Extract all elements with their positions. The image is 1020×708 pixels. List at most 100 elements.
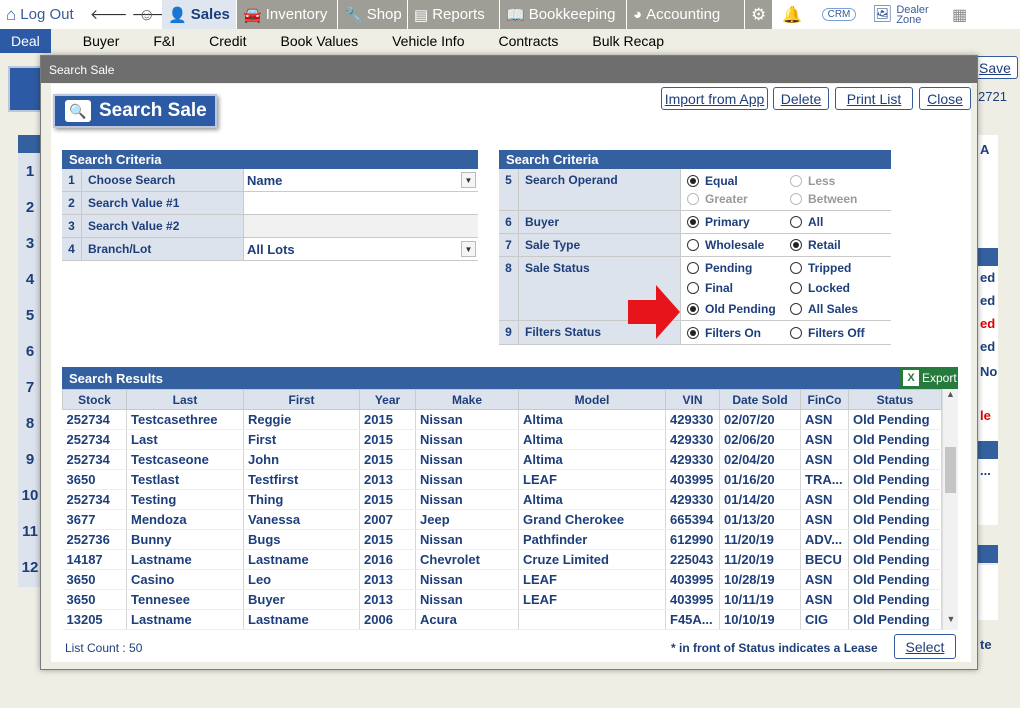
column-header[interactable]: Year bbox=[359, 389, 416, 410]
search-value-1-input[interactable] bbox=[244, 192, 478, 214]
dropdown-arrow-icon[interactable]: ▼ bbox=[461, 172, 476, 188]
dropdown-arrow-icon[interactable]: ▼ bbox=[461, 241, 476, 257]
table-cell: TRA... bbox=[800, 469, 849, 490]
background-number: 2721 bbox=[978, 89, 1007, 104]
import-from-app-button[interactable]: Import from App bbox=[661, 87, 768, 110]
table-cell: Pathfinder bbox=[518, 529, 666, 550]
scroll-down-arrow-icon[interactable]: ▼ bbox=[943, 614, 958, 630]
background-save-button[interactable]: Save bbox=[972, 56, 1018, 79]
table-row[interactable]: 14187 Lastname Lastname 2016 Chevrolet Cruze … bbox=[62, 549, 942, 570]
close-button[interactable]: Close bbox=[919, 87, 971, 110]
radio-locked[interactable]: Locked bbox=[790, 281, 880, 295]
background-row-number: 6 bbox=[25, 342, 35, 360]
radio-less[interactable]: Less bbox=[790, 173, 880, 188]
table-cell: Nissan bbox=[415, 449, 519, 470]
radio-final[interactable]: Final bbox=[687, 281, 790, 295]
search-value-2-input[interactable] bbox=[244, 215, 478, 237]
table-cell: Nissan bbox=[415, 409, 519, 430]
column-header[interactable]: Date Sold bbox=[719, 389, 801, 410]
table-row[interactable]: 252736 Bunny Bugs 2015 Nissan Pathfinder 61299… bbox=[62, 529, 942, 550]
table-row[interactable]: 13205 Lastname Lastname 2006 Acura F45A... 10/… bbox=[62, 609, 942, 630]
vertical-scrollbar[interactable]: ▲ ▼ bbox=[942, 389, 958, 630]
radio-all[interactable]: All bbox=[790, 215, 880, 229]
calculator-icon[interactable]: ▦ bbox=[946, 0, 976, 29]
row-label: Branch/Lot bbox=[82, 238, 244, 260]
tab-accounting[interactable]: ◕ Accounting bbox=[626, 0, 744, 29]
table-row[interactable]: 3677 Mendoza Vanessa 2007 Jeep Grand Cherokee… bbox=[62, 509, 942, 530]
background-row-number: 11 bbox=[22, 522, 38, 540]
choose-search-select[interactable]: Name ▼ bbox=[244, 169, 478, 191]
dealer-zone-icon: 🖼 bbox=[872, 5, 893, 23]
column-header[interactable]: Status bbox=[848, 389, 942, 410]
subnav-contracts[interactable]: Contracts bbox=[481, 33, 575, 49]
table-cell: Lastname bbox=[126, 609, 244, 630]
logout-link[interactable]: ⌂ Log Out bbox=[0, 0, 84, 29]
subnav-vehicle-info[interactable]: Vehicle Info bbox=[375, 33, 481, 49]
column-header[interactable]: Last bbox=[126, 389, 244, 410]
export-button[interactable]: X Export bbox=[900, 367, 958, 389]
table-row[interactable]: 252734 Testing Thing 2015 Nissan Altima 429330… bbox=[62, 489, 942, 510]
radio-filters-on[interactable]: Filters On bbox=[687, 326, 790, 340]
column-header[interactable]: Make bbox=[415, 389, 519, 410]
nav-arrows[interactable]: 🡐🡒▼ bbox=[84, 0, 183, 29]
select-button[interactable]: Select bbox=[894, 634, 956, 659]
radio-all-sales[interactable]: All Sales bbox=[790, 302, 880, 316]
dealer-zone-link[interactable]: 🖼 Dealer Zone bbox=[866, 0, 946, 29]
subnav-fi[interactable]: F&I bbox=[136, 33, 192, 49]
column-header[interactable]: FinCo bbox=[800, 389, 849, 410]
radio-equal[interactable]: Equal bbox=[687, 173, 790, 188]
radio-old-pending[interactable]: Old Pending bbox=[687, 302, 790, 316]
branch-lot-select[interactable]: All Lots ▼ bbox=[244, 238, 478, 260]
print-list-button[interactable]: Print List bbox=[835, 87, 913, 110]
tab-sales[interactable]: 👤 Sales bbox=[162, 0, 236, 29]
table-cell: Old Pending bbox=[848, 569, 942, 590]
column-header[interactable]: VIN bbox=[665, 389, 720, 410]
criteria-row-sale-status: 8 Sale Status Pending Tripped Final Lock… bbox=[499, 257, 891, 321]
settings-gear-icon[interactable]: ⚙ bbox=[744, 0, 772, 29]
radio-between[interactable]: Between bbox=[790, 191, 880, 206]
subnav-bulk-recap[interactable]: Bulk Recap bbox=[575, 33, 681, 49]
table-row[interactable]: 252734 Testcasethree Reggie 2015 Nissan Altim… bbox=[62, 409, 942, 430]
user-face-icon[interactable]: ☺ bbox=[132, 0, 162, 29]
table-cell: 403995 bbox=[665, 469, 720, 490]
table-row[interactable]: 3650 Casino Leo 2013 Nissan LEAF 403995 10/28/1… bbox=[62, 569, 942, 590]
background-text-fragment: ed bbox=[980, 293, 996, 308]
radio-retail[interactable]: Retail bbox=[790, 238, 880, 252]
column-header[interactable]: Model bbox=[518, 389, 666, 410]
subnav-buyer[interactable]: Buyer bbox=[51, 33, 137, 49]
table-row[interactable]: 252734 Testcaseone John 2015 Nissan Altima 429… bbox=[62, 449, 942, 470]
radio-wholesale[interactable]: Wholesale bbox=[687, 238, 790, 252]
radio-tripped[interactable]: Tripped bbox=[790, 261, 880, 275]
results-scroll-area[interactable]: Stock Last First Year Make Model VIN Date Sold F… bbox=[62, 389, 958, 630]
table-row[interactable]: 3650 Testlast Testfirst 2013 Nissan LEAF 40399… bbox=[62, 469, 942, 490]
table-cell: 2015 bbox=[359, 449, 416, 470]
radio-filters-off[interactable]: Filters Off bbox=[790, 326, 880, 340]
tab-shop[interactable]: 🔧 Shop bbox=[337, 0, 407, 29]
back-arrow-icon[interactable]: 🡐 bbox=[90, 6, 128, 23]
delete-button[interactable]: Delete bbox=[773, 87, 829, 110]
table-cell: Bunny bbox=[126, 529, 244, 550]
subnav-deal[interactable]: Deal bbox=[0, 29, 51, 53]
tab-inventory[interactable]: 🚘 Inventory bbox=[236, 0, 337, 29]
table-cell: Testcasethree bbox=[126, 409, 244, 430]
crm-cloud-icon[interactable]: CRM bbox=[812, 0, 866, 29]
scroll-up-arrow-icon[interactable]: ▲ bbox=[943, 389, 958, 405]
radio-primary[interactable]: Primary bbox=[687, 215, 790, 229]
table-row[interactable]: 252734 Last First 2015 Nissan Altima 429330 02/… bbox=[62, 429, 942, 450]
scrollbar-thumb[interactable] bbox=[945, 447, 956, 493]
row-label: Sale Type bbox=[519, 234, 681, 256]
radio-pending[interactable]: Pending bbox=[687, 261, 790, 275]
table-cell: Old Pending bbox=[848, 489, 942, 510]
subnav-credit[interactable]: Credit bbox=[192, 33, 263, 49]
bell-icon[interactable]: 🔔 bbox=[772, 0, 812, 29]
tab-reports[interactable]: ▤ Reports bbox=[407, 0, 499, 29]
column-header[interactable]: Stock bbox=[62, 389, 127, 410]
radio-greater[interactable]: Greater bbox=[687, 191, 790, 206]
table-cell: ASN bbox=[800, 429, 849, 450]
subnav-book-values[interactable]: Book Values bbox=[264, 33, 376, 49]
top-nav-bar: ⌂ Log Out 🡐🡒▼ ☺ 👤Sales 🚘Inventory 🔧Shop … bbox=[0, 0, 1020, 29]
table-row[interactable]: 3650 Tennesee Buyer 2013 Nissan LEAF 403995 10/… bbox=[62, 589, 942, 610]
row-number: 5 bbox=[499, 169, 519, 210]
column-header[interactable]: First bbox=[243, 389, 360, 410]
tab-bookkeeping[interactable]: 📖 Bookkeeping bbox=[499, 0, 626, 29]
